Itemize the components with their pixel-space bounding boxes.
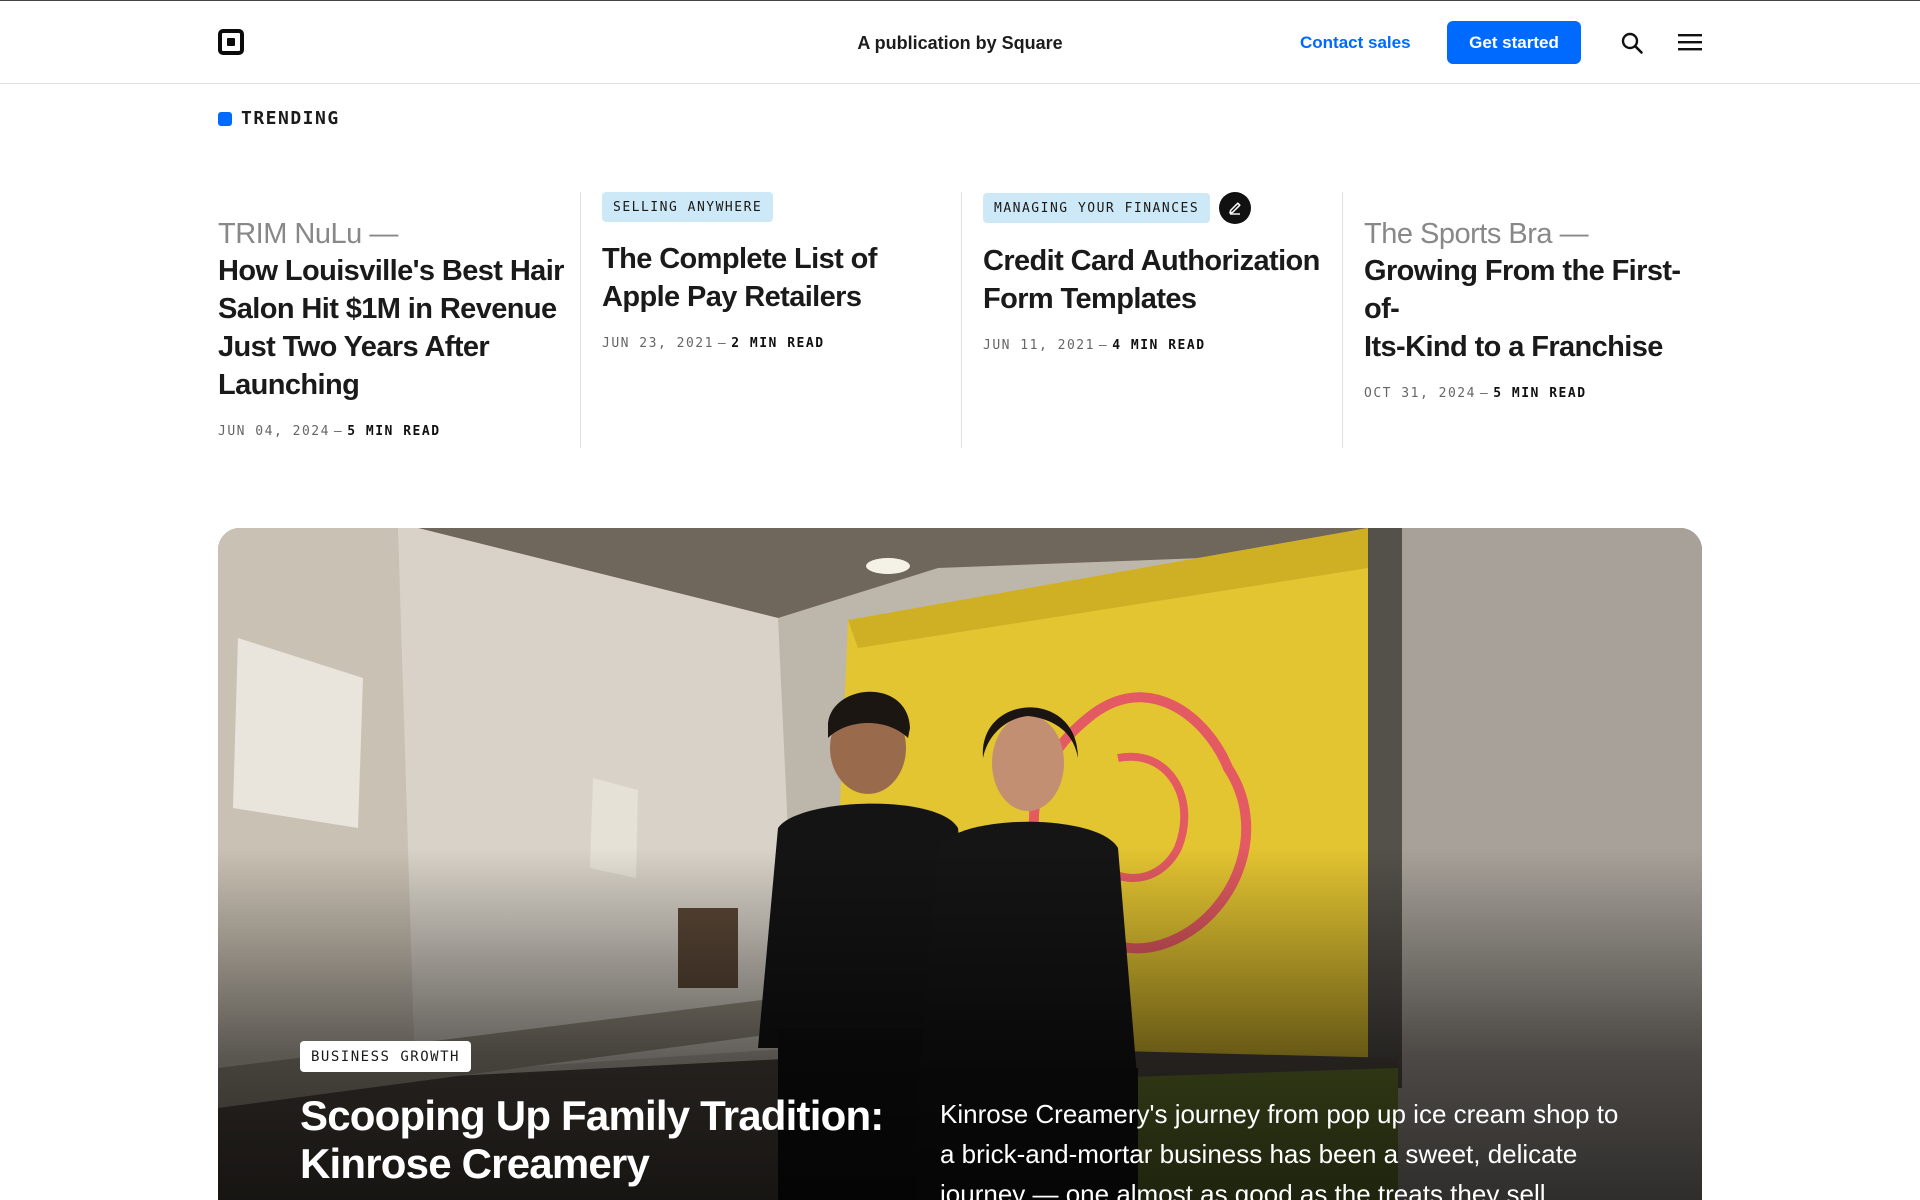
menu-icon[interactable] xyxy=(1678,31,1702,53)
card-title-line: Form Templates xyxy=(983,283,1197,315)
trending-card-trim-nulu[interactable]: TRIM NuLu — How Louisville's Best Hair S… xyxy=(218,192,580,448)
card-read-time: 5 MIN READ xyxy=(347,424,441,439)
get-started-button[interactable]: Get started xyxy=(1447,21,1581,64)
meta-separator: — xyxy=(717,336,728,351)
card-title[interactable]: Credit Card Authorization Form Templates xyxy=(983,242,1342,318)
contact-sales-link[interactable]: Contact sales xyxy=(1300,33,1411,53)
card-meta: JUN 04, 2024—5 MIN READ xyxy=(218,424,580,439)
card-title-line: Launching xyxy=(218,369,360,401)
card-title-line: How Louisville's Best Hair xyxy=(218,255,564,287)
card-title-line: Credit Card Authorization xyxy=(983,245,1320,277)
meta-separator: — xyxy=(1098,338,1109,353)
card-date: JUN 11, 2021 xyxy=(983,338,1095,353)
card-date: JUN 23, 2021 xyxy=(602,336,714,351)
card-title-line: Just Two Years After xyxy=(218,331,490,363)
trending-heading: TRENDING xyxy=(218,108,340,129)
featured-description: Kinrose Creamery's journey from pop up i… xyxy=(940,1099,1619,1200)
card-date: JUN 04, 2024 xyxy=(218,424,330,439)
featured-title-line: Scooping Up Family Tradition: xyxy=(300,1092,884,1139)
featured-story[interactable]: BUSINESS GROWTH Scooping Up Family Tradi… xyxy=(218,528,1702,1200)
search-icon[interactable] xyxy=(1620,31,1644,55)
card-title-line: Its-Kind to a Franchise xyxy=(1364,331,1663,363)
card-title-line: Apple Pay Retailers xyxy=(602,281,862,313)
category-tag[interactable]: MANAGING YOUR FINANCES xyxy=(983,193,1211,223)
card-title[interactable]: Growing From the First-of- Its-Kind to a… xyxy=(1364,252,1702,366)
card-title[interactable]: How Louisville's Best Hair Salon Hit $1M… xyxy=(218,252,580,404)
card-lead: TRIM NuLu — xyxy=(218,218,398,250)
trending-cards: TRIM NuLu — How Louisville's Best Hair S… xyxy=(218,192,1702,448)
trending-card-sports-bra[interactable]: The Sports Bra — Growing From the First-… xyxy=(1342,192,1702,448)
edit-icon xyxy=(1219,192,1252,224)
card-read-time: 4 MIN READ xyxy=(1112,338,1206,353)
card-title-line: Growing From the First-of- xyxy=(1364,255,1681,325)
category-tag[interactable]: BUSINESS GROWTH xyxy=(300,1041,471,1072)
card-date: OCT 31, 2024 xyxy=(1364,386,1476,401)
trending-label: TRENDING xyxy=(241,108,340,129)
trending-square-icon xyxy=(218,111,232,126)
featured-title[interactable]: Scooping Up Family Tradition: Kinrose Cr… xyxy=(300,1092,900,1188)
trending-card-apple-pay[interactable]: SELLING ANYWHERE The Complete List of Ap… xyxy=(580,192,961,448)
meta-separator: — xyxy=(1479,386,1490,401)
card-meta: OCT 31, 2024—5 MIN READ xyxy=(1364,386,1702,401)
category-tag[interactable]: SELLING ANYWHERE xyxy=(602,192,774,222)
meta-separator: — xyxy=(333,424,344,439)
card-meta: JUN 23, 2021—2 MIN READ xyxy=(602,336,961,351)
card-lead: The Sports Bra — xyxy=(1364,218,1589,250)
top-navigation-bar: A publication by Square Contact sales Ge… xyxy=(0,0,1920,84)
card-title[interactable]: The Complete List of Apple Pay Retailers xyxy=(602,240,961,316)
trending-card-credit-card-templates[interactable]: MANAGING YOUR FINANCES Credit Card Autho… xyxy=(961,192,1342,448)
card-read-time: 5 MIN READ xyxy=(1493,386,1587,401)
card-read-time: 2 MIN READ xyxy=(731,336,825,351)
card-title-line: Salon Hit $1M in Revenue xyxy=(218,293,557,325)
featured-title-line: Kinrose Creamery xyxy=(300,1140,650,1187)
card-meta: JUN 11, 2021—4 MIN READ xyxy=(983,338,1342,353)
card-title-line: The Complete List of xyxy=(602,243,877,275)
